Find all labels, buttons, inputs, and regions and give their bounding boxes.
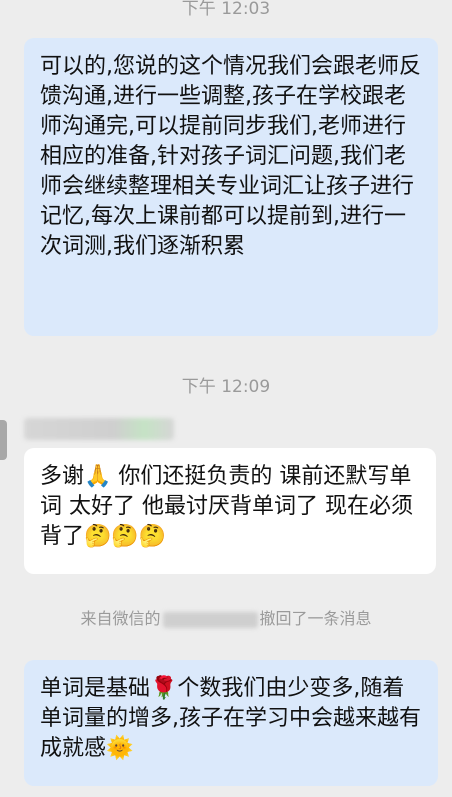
message-text: 多谢🙏 你们还挺负责的 课前还默写单词 太好了 他最讨厌背单词了 现在必须背了🤔… [40, 464, 413, 549]
message-text: 单词是基础🌹个数我们由少变多,随着单词量的增多,孩子在学习中会越来越有成就感🌞 [40, 676, 421, 761]
notice-suffix: 撤回了一条消息 [259, 609, 372, 628]
message-bubble-outgoing[interactable]: 单词是基础🌹个数我们由少变多,随着单词量的增多,孩子在学习中会越来越有成就感🌞 [24, 660, 438, 786]
message-text: 可以的,您说的这个情况我们会跟老师反馈沟通,进行一些调整,孩子在学校跟老师沟通完… [40, 54, 421, 259]
recalled-user-blurred [162, 611, 258, 628]
chat-window: 下午 12:03 可以的,您说的这个情况我们会跟老师反馈沟通,进行一些调整,孩子… [0, 0, 452, 797]
sender-name-blurred [24, 418, 174, 440]
avatar-edge[interactable] [0, 420, 7, 460]
timestamp: 下午 12:03 [181, 0, 271, 19]
notice-prefix: 来自微信的 [80, 609, 161, 628]
message-bubble-outgoing[interactable]: 可以的,您说的这个情况我们会跟老师反馈沟通,进行一些调整,孩子在学校跟老师沟通完… [24, 38, 438, 336]
timestamp: 下午 12:09 [181, 377, 271, 397]
recall-notice: 来自微信的 撤回了一条消息 [0, 605, 452, 629]
message-bubble-incoming[interactable]: 多谢🙏 你们还挺负责的 课前还默写单词 太好了 他最讨厌背单词了 现在必须背了🤔… [24, 448, 436, 574]
